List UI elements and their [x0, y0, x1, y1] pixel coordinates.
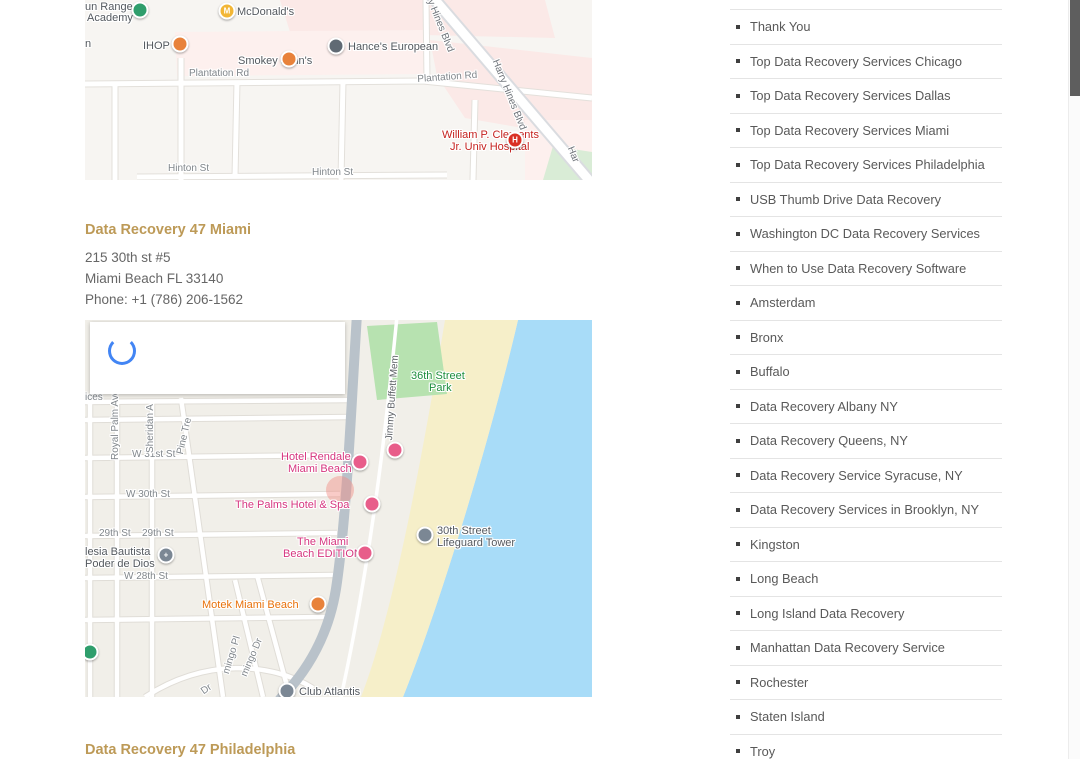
page: un RangeAcademynMcDonald'sIHOPSmokey Joh…	[0, 0, 1080, 759]
bullet-icon	[736, 611, 740, 615]
bullet-icon	[736, 646, 740, 650]
bullet-icon	[736, 715, 740, 719]
scrollbar-thumb[interactable]	[1070, 0, 1080, 96]
sidebar-link-label: Washington DC Data Recovery Services	[750, 226, 980, 241]
map-marker-icon	[417, 527, 434, 544]
sidebar-link-label: Amsterdam	[750, 295, 815, 310]
philadelphia-title: Data Recovery 47 Philadelphia	[85, 742, 295, 758]
sidebar: Thank You Top Data Recovery Services Chic…	[730, 9, 1002, 759]
sidebar-link[interactable]: Thank You	[730, 10, 1002, 45]
sidebar-link-label: Top Data Recovery Services Dallas	[750, 88, 951, 103]
bullet-icon	[736, 94, 740, 98]
miami-location: Data Recovery 47 Miami 215 30th st #5 Mi…	[85, 222, 595, 310]
dallas-map-markers: MH	[85, 0, 592, 180]
sidebar-list: Thank You Top Data Recovery Services Chic…	[730, 9, 1002, 759]
bullet-icon	[736, 232, 740, 236]
scrollbar[interactable]	[1068, 0, 1080, 759]
bullet-icon	[736, 370, 740, 374]
sidebar-link[interactable]: Long Island Data Recovery	[730, 597, 1002, 632]
bullet-icon	[736, 680, 740, 684]
sidebar-link-label: Long Island Data Recovery	[750, 606, 904, 621]
sidebar-link-label: Manhattan Data Recovery Service	[750, 640, 945, 655]
map-marker-icon	[172, 36, 189, 53]
sidebar-link-label: Data Recovery Services in Brooklyn, NY	[750, 502, 979, 517]
map-marker-icon	[85, 644, 99, 661]
sidebar-link[interactable]: USB Thumb Drive Data Recovery	[730, 183, 1002, 218]
map-marker-icon: H	[507, 132, 524, 149]
bullet-icon	[736, 59, 740, 63]
sidebar-link[interactable]: Data Recovery Albany NY	[730, 390, 1002, 425]
map-marker-icon	[132, 2, 149, 19]
sidebar-link[interactable]: Top Data Recovery Services Philadelphia	[730, 148, 1002, 183]
sidebar-link-label: Rochester	[750, 675, 808, 690]
sidebar-link[interactable]: Top Data Recovery Services Dallas	[730, 79, 1002, 114]
map-marker-icon	[357, 545, 374, 562]
map-info-loading-box	[90, 322, 345, 394]
sidebar-link-label: Top Data Recovery Services Philadelphia	[750, 157, 985, 172]
sidebar-link-label: Data Recovery Queens, NY	[750, 433, 908, 448]
bullet-icon	[736, 163, 740, 167]
sidebar-link[interactable]: Data Recovery Queens, NY	[730, 424, 1002, 459]
sidebar-link-label: Bronx	[750, 330, 783, 345]
sidebar-link[interactable]: Washington DC Data Recovery Services	[730, 217, 1002, 252]
bullet-icon	[736, 404, 740, 408]
bullet-icon	[736, 197, 740, 201]
bullet-icon	[736, 335, 740, 339]
sidebar-link-label: Data Recovery Service Syracuse, NY	[750, 468, 963, 483]
miami-phone: Phone: +1 (786) 206-1562	[85, 289, 595, 310]
map-marker-icon	[364, 496, 381, 513]
bullet-icon	[736, 266, 740, 270]
sidebar-link[interactable]: Long Beach	[730, 562, 1002, 597]
sidebar-link[interactable]: Manhattan Data Recovery Service	[730, 631, 1002, 666]
bullet-icon	[736, 25, 740, 29]
sidebar-link[interactable]: Staten Island	[730, 700, 1002, 735]
sidebar-link-label: Top Data Recovery Services Chicago	[750, 54, 962, 69]
sidebar-link-label: USB Thumb Drive Data Recovery	[750, 192, 941, 207]
map-marker-icon: M	[219, 3, 236, 20]
sidebar-link[interactable]: Top Data Recovery Services Miami	[730, 114, 1002, 149]
bullet-icon	[736, 508, 740, 512]
sidebar-link[interactable]: Buffalo	[730, 355, 1002, 390]
sidebar-link-label: Thank You	[750, 19, 811, 34]
sidebar-link[interactable]: Kingston	[730, 528, 1002, 563]
bullet-icon	[736, 542, 740, 546]
sidebar-link-label: Buffalo	[750, 364, 790, 379]
bullet-icon	[736, 577, 740, 581]
sidebar-link[interactable]: Top Data Recovery Services Chicago	[730, 45, 1002, 80]
sidebar-link[interactable]: Rochester	[730, 666, 1002, 701]
sidebar-link-label: Long Beach	[750, 571, 818, 586]
miami-address-line1: 215 30th st #5	[85, 247, 595, 268]
sidebar-link[interactable]: Troy	[730, 735, 1002, 759]
map-marker-icon	[279, 683, 296, 698]
sidebar-link-label: Troy	[750, 744, 775, 759]
sidebar-link-label: Top Data Recovery Services Miami	[750, 123, 949, 138]
miami-map[interactable]: 36th StreetParkHotel RendaleMiami BeachT…	[85, 320, 592, 697]
sidebar-link[interactable]: Data Recovery Services in Brooklyn, NY	[730, 493, 1002, 528]
sidebar-link[interactable]: Bronx	[730, 321, 1002, 356]
map-marker-icon	[387, 442, 404, 459]
sidebar-link-label: Data Recovery Albany NY	[750, 399, 898, 414]
map-marker-icon	[310, 596, 327, 613]
map-marker-icon	[281, 51, 298, 68]
bullet-icon	[736, 473, 740, 477]
sidebar-link[interactable]: Amsterdam	[730, 286, 1002, 321]
miami-address-line2: Miami Beach FL 33140	[85, 268, 595, 289]
miami-title: Data Recovery 47 Miami	[85, 222, 595, 238]
sidebar-link[interactable]: Data Recovery Service Syracuse, NY	[730, 459, 1002, 494]
map-marker-icon	[352, 454, 369, 471]
map-marker-icon: +	[158, 547, 175, 564]
sidebar-link-label: When to Use Data Recovery Software	[750, 261, 966, 276]
bullet-icon	[736, 128, 740, 132]
sidebar-link[interactable]: When to Use Data Recovery Software	[730, 252, 1002, 287]
sidebar-link-label: Staten Island	[750, 709, 825, 724]
bullet-icon	[736, 749, 740, 753]
loading-spinner-icon	[108, 337, 136, 365]
map-marker-icon	[328, 38, 345, 55]
dallas-map[interactable]: un RangeAcademynMcDonald'sIHOPSmokey Joh…	[85, 0, 592, 180]
bullet-icon	[736, 439, 740, 443]
sidebar-link-label: Kingston	[750, 537, 800, 552]
bullet-icon	[736, 301, 740, 305]
